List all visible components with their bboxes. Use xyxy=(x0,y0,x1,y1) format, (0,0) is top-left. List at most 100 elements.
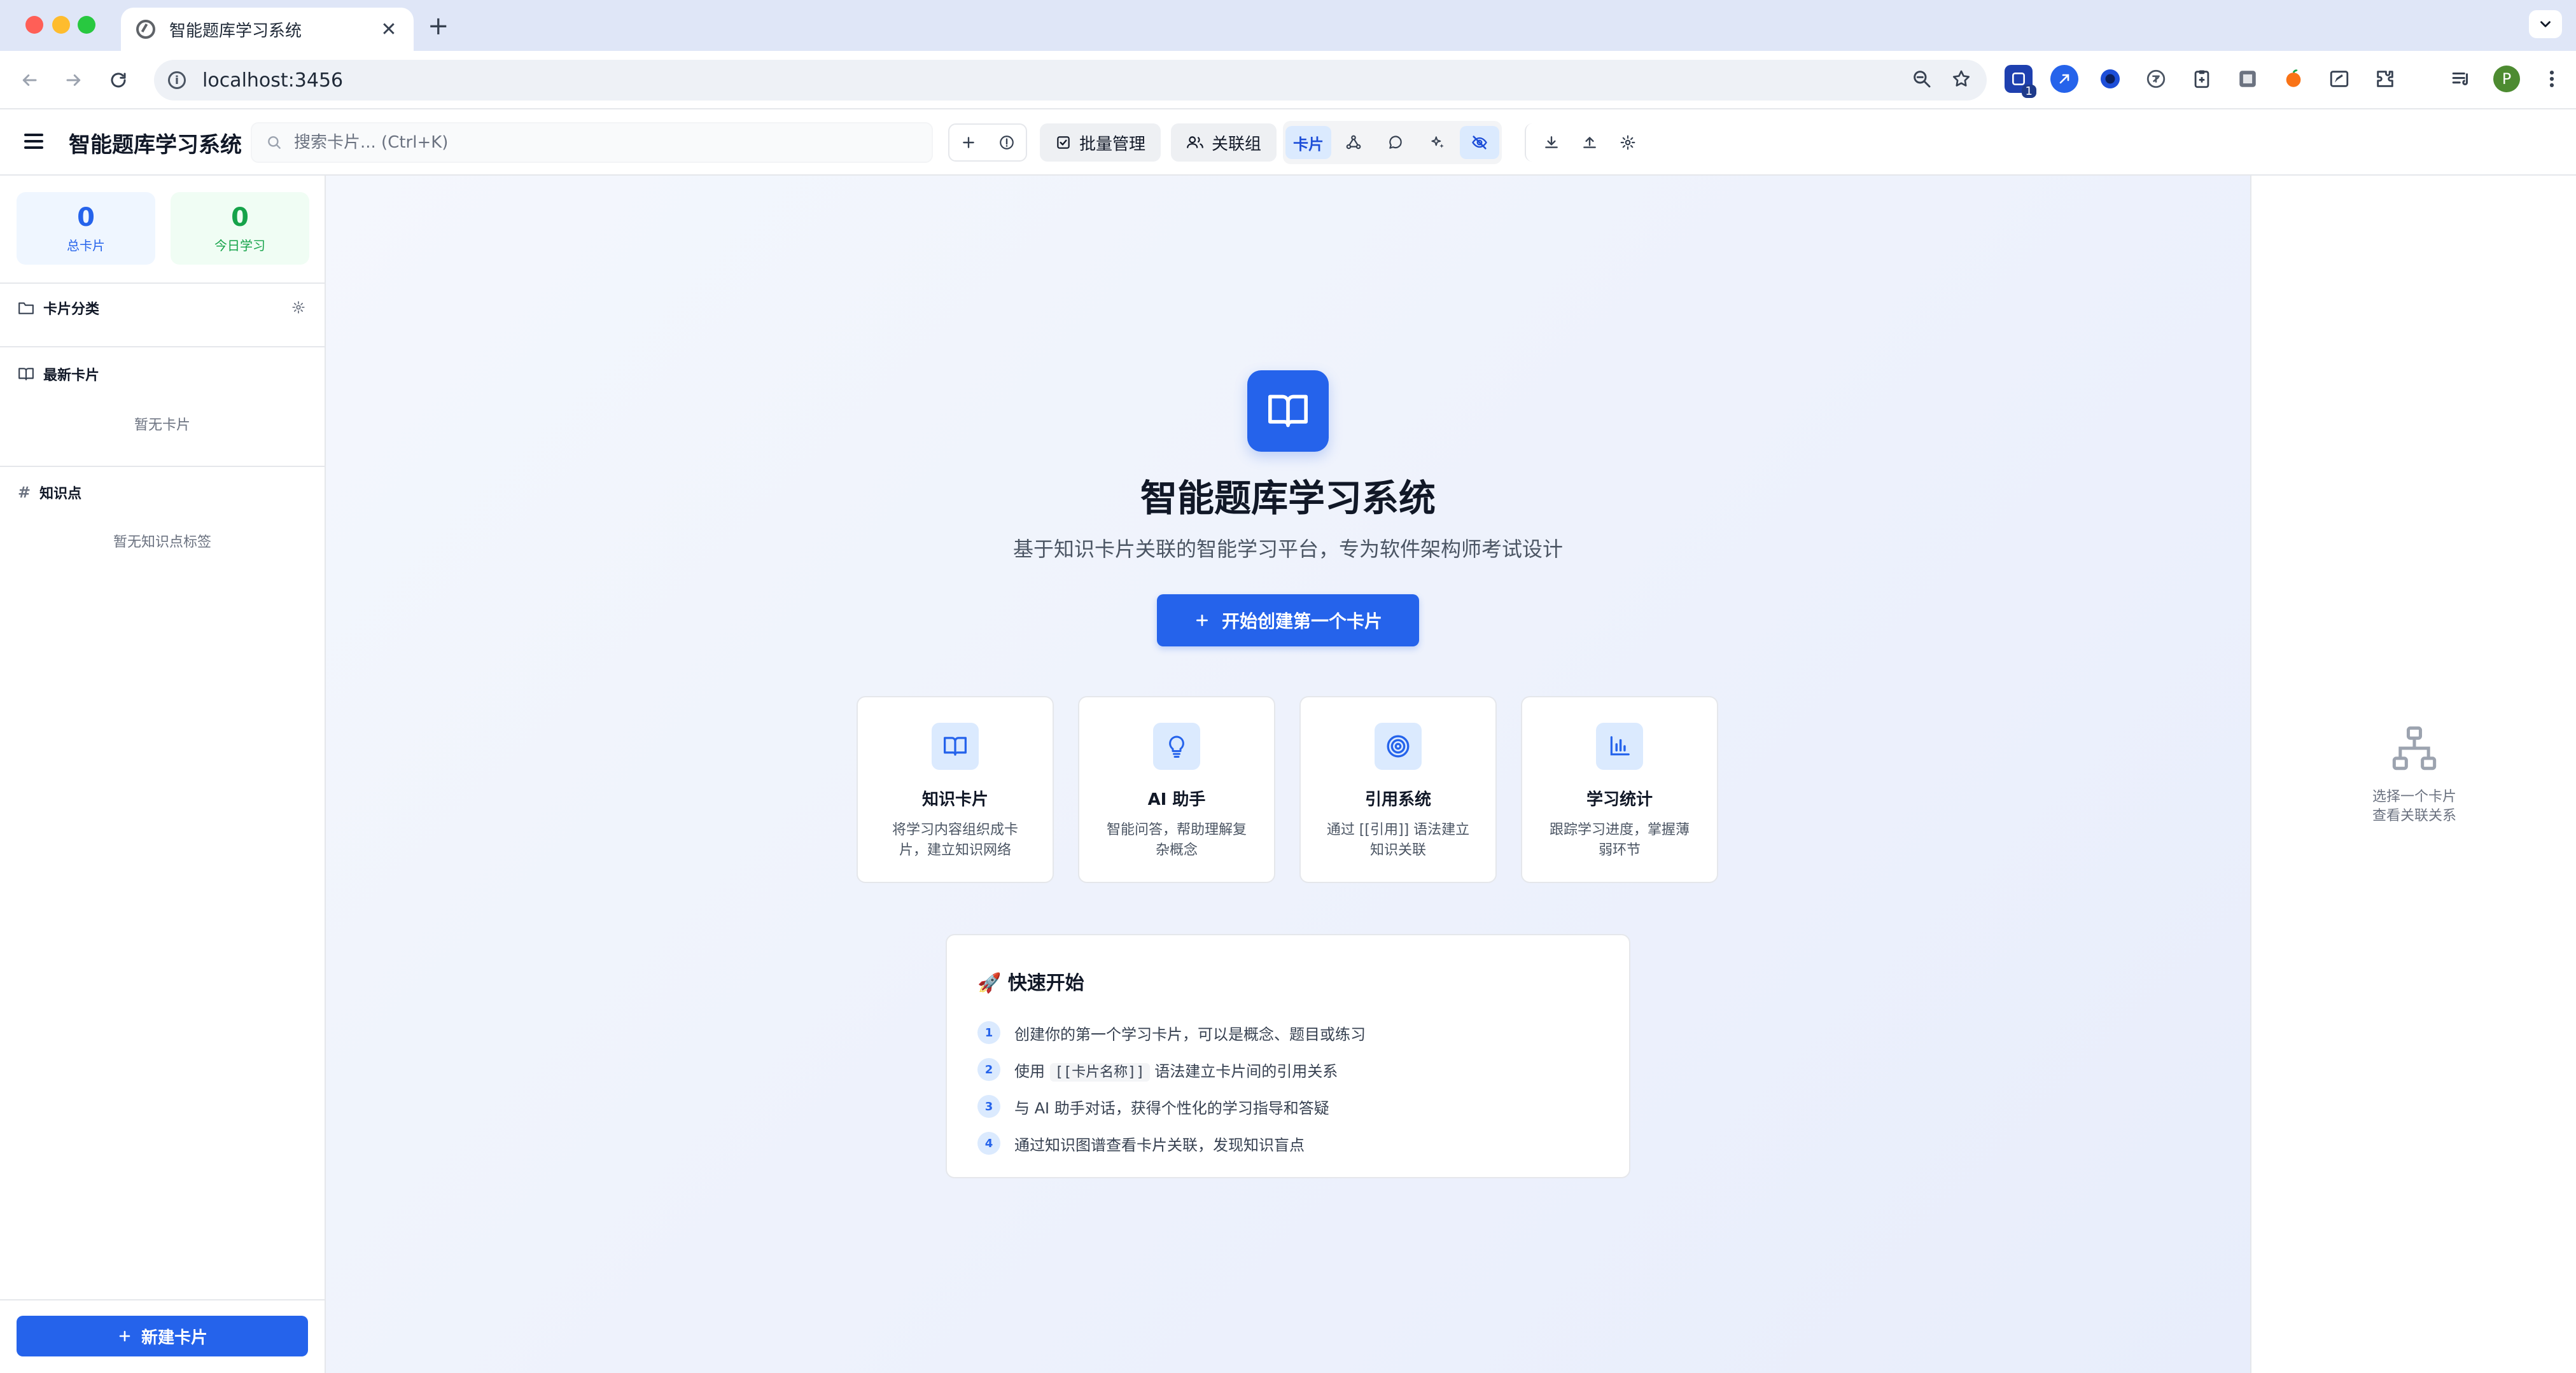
browser-tabstrip: 智能题库学习系统 ✕ + xyxy=(0,0,2576,51)
new-tab-button[interactable]: + xyxy=(428,11,449,41)
view-chat-tab[interactable] xyxy=(1376,126,1415,159)
feature-desc: 智能问答，帮助理解复杂概念 xyxy=(1106,822,1247,858)
toggle-visibility-tab[interactable] xyxy=(1460,126,1499,159)
tab-close-icon[interactable]: ✕ xyxy=(379,18,398,41)
fruit-icon xyxy=(2286,69,2301,87)
step-text-pre: 使用 xyxy=(1014,1062,1045,1080)
profile-avatar[interactable]: P xyxy=(2493,66,2520,92)
view-switcher: 卡片 xyxy=(1283,121,1502,164)
forward-button[interactable] xyxy=(59,65,89,95)
plus-icon xyxy=(1196,615,1208,626)
categories-settings-button[interactable] xyxy=(291,300,305,317)
sparkles-icon xyxy=(1431,136,1444,148)
browser-toolbar: i localhost:3456 1 P xyxy=(0,51,2576,109)
search-box[interactable] xyxy=(251,122,933,163)
search-input[interactable] xyxy=(294,133,867,152)
relations-hint-line1: 选择一个卡片 xyxy=(2372,789,2456,805)
link-group-button[interactable]: 关联组 xyxy=(1171,123,1277,162)
new-card-label: 新建卡片 xyxy=(141,1328,207,1348)
extensions-puzzle-icon[interactable] xyxy=(2371,65,2399,93)
browser-tab-active[interactable]: 智能题库学习系统 ✕ xyxy=(121,8,414,51)
extension-3-icon[interactable] xyxy=(2096,65,2124,93)
browser-menu-icon[interactable] xyxy=(2538,65,2566,93)
feature-icon-wrap xyxy=(1375,723,1422,770)
sidebar-divider xyxy=(0,346,325,347)
info-icon xyxy=(1000,136,1014,150)
reload-icon xyxy=(111,73,126,88)
extension-2-icon[interactable] xyxy=(2050,65,2078,93)
window-close-button[interactable] xyxy=(25,16,43,34)
address-url: localhost:3456 xyxy=(202,69,344,92)
playlist-icon xyxy=(2452,72,2468,86)
step-code: [[卡片名称]] xyxy=(1049,1063,1150,1082)
back-button[interactable] xyxy=(14,65,45,95)
puzzle-icon xyxy=(2377,71,2393,87)
translate-icon xyxy=(2146,69,2166,88)
view-graph-tab[interactable] xyxy=(1334,126,1373,159)
extension-7-icon[interactable] xyxy=(2279,65,2307,93)
hero-logo xyxy=(1247,370,1329,452)
batch-manage-label: 批量管理 xyxy=(1079,134,1146,154)
menu-toggle-icon[interactable] xyxy=(24,134,43,149)
io-actions-group xyxy=(1525,123,1647,162)
feature-icon-wrap xyxy=(1596,723,1643,770)
export-button[interactable] xyxy=(1532,123,1571,162)
batch-manage-button[interactable]: 批量管理 xyxy=(1040,123,1161,162)
feature-title: 知识卡片 xyxy=(921,790,988,809)
stat-today-study: 0 今日学习 xyxy=(171,192,309,265)
new-card-button[interactable]: 新建卡片 xyxy=(17,1316,308,1356)
info-button[interactable] xyxy=(988,123,1026,162)
zoom-icon[interactable] xyxy=(1912,69,1932,89)
gear-icon xyxy=(292,301,305,314)
view-card-tab[interactable]: 卡片 xyxy=(1285,126,1331,159)
extension-8-icon[interactable] xyxy=(2325,65,2353,93)
kebab-menu-icon xyxy=(2549,70,2554,88)
address-bar[interactable]: i localhost:3456 xyxy=(154,60,1987,101)
stat-today-value: 0 xyxy=(231,202,249,232)
upload-icon xyxy=(1583,137,1596,148)
plus-icon xyxy=(963,137,974,148)
settings-button[interactable] xyxy=(1609,123,1647,162)
step-text: 创建你的第一个学习卡片，可以是概念、题目或练习 xyxy=(1014,1025,1366,1043)
recent-section-header: 最新卡片 xyxy=(18,364,99,384)
create-first-card-button[interactable]: 开始创建第一个卡片 xyxy=(1157,594,1419,646)
extension-6-icon[interactable] xyxy=(2234,65,2262,93)
feature-card-stats: 学习统计 跟踪学习进度，掌握薄弱环节 xyxy=(1521,696,1718,883)
feature-title: 学习统计 xyxy=(1586,790,1653,809)
step-number: 4 xyxy=(977,1132,1000,1155)
grid-box-icon xyxy=(2239,71,2256,87)
add-button[interactable] xyxy=(949,123,988,162)
quick-step: 1 创建你的第一个学习卡片，可以是概念、题目或练习 xyxy=(977,1014,1599,1051)
window-zoom-button[interactable] xyxy=(78,16,95,34)
import-button[interactable] xyxy=(1571,123,1609,162)
group-button-wrap: 关联组 xyxy=(1171,123,1277,162)
link-group-label: 关联组 xyxy=(1212,134,1262,154)
tab-search-button[interactable] xyxy=(2529,10,2562,38)
feature-card-knowledge: 知识卡片 将学习内容组织成卡片，建立知识网络 xyxy=(857,696,1054,883)
extension-1-icon[interactable]: 1 xyxy=(2005,65,2036,98)
message-circle-icon xyxy=(1389,136,1402,149)
feature-title: AI 助手 xyxy=(1147,790,1206,809)
reload-button[interactable] xyxy=(103,65,134,95)
feature-icon-wrap xyxy=(932,723,979,770)
step-text: 通过知识图谱查看卡片关联，发现知识盲点 xyxy=(1014,1136,1305,1154)
view-ai-tab[interactable] xyxy=(1418,126,1457,159)
book-open-icon xyxy=(18,368,34,380)
lightbulb-icon xyxy=(1169,735,1184,758)
window-minimize-button[interactable] xyxy=(52,16,70,34)
feature-icon-wrap xyxy=(1153,723,1200,770)
folder-icon xyxy=(18,302,34,314)
book-open-icon xyxy=(1268,394,1308,428)
book-open-icon xyxy=(943,737,967,756)
app-header: 智能题库学习系统 批量管理 关联组 卡片 xyxy=(0,109,2576,176)
extension-4-icon[interactable] xyxy=(2142,65,2170,93)
media-queue-icon[interactable] xyxy=(2447,65,2475,93)
bar-chart-icon xyxy=(1610,736,1630,756)
relations-empty-hint: 选择一个卡片 查看关联关系 xyxy=(2251,788,2576,826)
extension-5-icon[interactable] xyxy=(2188,65,2216,93)
site-info-icon[interactable]: i xyxy=(168,71,186,89)
categories-section-header[interactable]: 卡片分类 xyxy=(18,298,99,318)
bookmark-star-icon[interactable] xyxy=(1951,69,1971,89)
relations-panel: 选择一个卡片 查看关联关系 xyxy=(2250,176,2576,1373)
tags-section-header: # 知识点 xyxy=(18,482,81,503)
